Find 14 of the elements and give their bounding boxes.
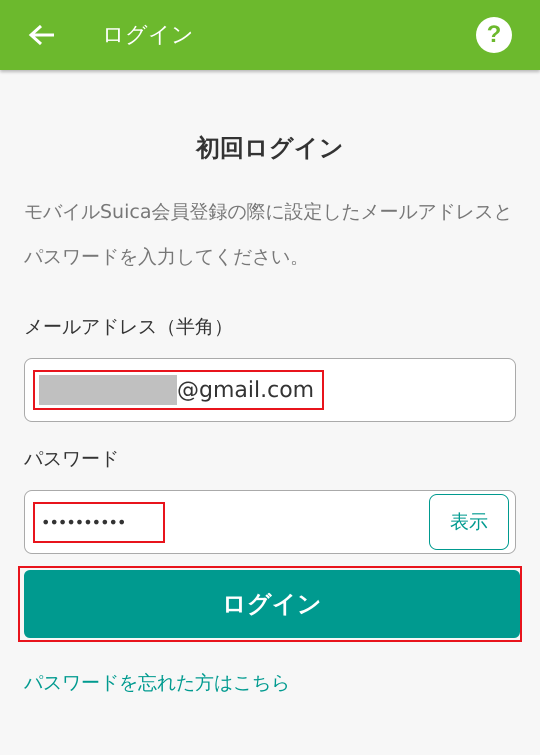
email-label: メールアドレス（半角） [24,315,234,340]
email-field[interactable]: @gmail.com [24,358,516,422]
password-value: •••••••••• [40,512,126,534]
login-button[interactable]: ログイン [24,570,520,638]
instructions-text: モバイルSuica会員登録の際に設定したメールアドレスとパスワードを入力してください。 [24,200,514,270]
screen-title: ログイン [102,22,194,50]
show-password-button[interactable]: 表示 [429,494,509,550]
password-label: パスワード [24,447,120,472]
email-value: @gmail.com [177,378,314,402]
back-icon[interactable] [28,23,56,47]
forgot-password-link[interactable]: パスワードを忘れた方はこちら [24,670,516,696]
help-button[interactable]: ? [476,17,512,53]
password-field[interactable]: •••••••••• 表示 [24,490,516,554]
page-heading: 初回ログイン [194,133,345,164]
